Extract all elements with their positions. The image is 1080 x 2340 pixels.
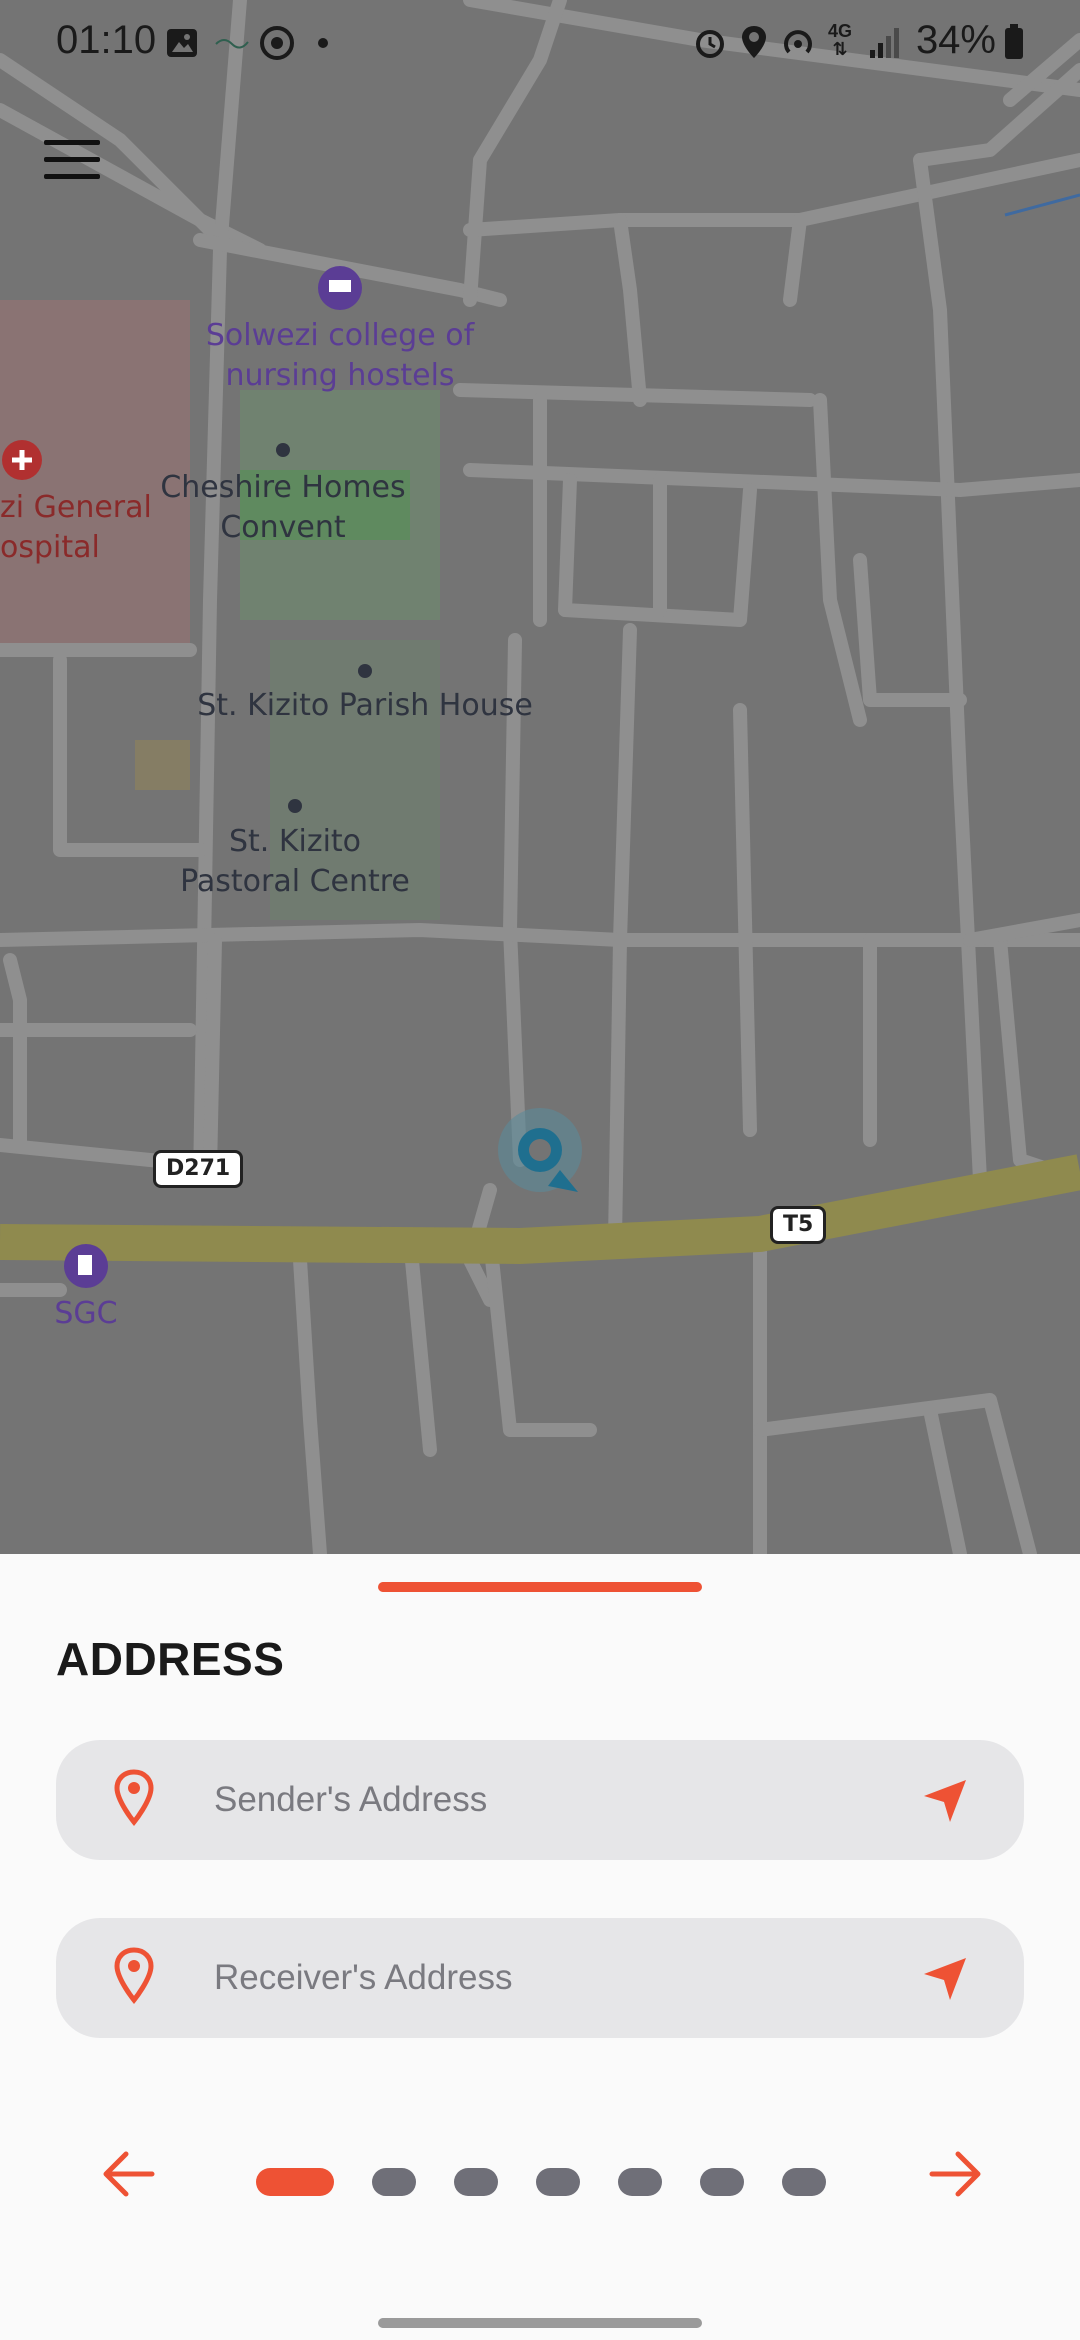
sheet-drag-handle[interactable]: [378, 1582, 702, 1592]
step-dot-6: [700, 2168, 744, 2196]
battery-icon: [1005, 24, 1023, 59]
battery-level: 34%: [915, 18, 996, 62]
step-dot-2: [372, 2168, 416, 2196]
step-dot-5: [618, 2168, 662, 2196]
status-bar: 01:10 4G ⇅ 34%: [0, 0, 1080, 84]
map-label-cheshire-homes[interactable]: Cheshire Homes Convent: [150, 468, 416, 548]
step-dot-7: [782, 2168, 826, 2196]
signal-icon: [870, 28, 899, 58]
back-arrow-icon[interactable]: [100, 2144, 156, 2204]
map-view[interactable]: Solwezi college of nursing hostels zi Ge…: [0, 0, 1080, 1554]
map-label-sgc[interactable]: SGC: [50, 1294, 122, 1334]
menu-icon[interactable]: [44, 140, 100, 180]
status-time: 01:10: [56, 18, 157, 62]
hotspot-icon: [784, 30, 812, 54]
navigation-arrow-icon[interactable]: [922, 1778, 968, 1824]
location-pin-icon: [114, 1769, 154, 1826]
app-notification-icon: [215, 39, 249, 49]
receiver-address-input[interactable]: Receiver's Address: [56, 1918, 1024, 2038]
address-bottom-sheet[interactable]: ADDRESS Sender's Address Receiver's Addr…: [0, 1554, 1080, 2340]
map-label-kizito-centre[interactable]: St. Kizito Pastoral Centre: [160, 822, 430, 902]
more-notifications-dot: [318, 38, 328, 48]
step-dot-3: [454, 2168, 498, 2196]
map-label-nursing-hostels[interactable]: Solwezi college of nursing hostels: [180, 316, 500, 396]
gallery-icon: [167, 29, 197, 57]
sender-address-input[interactable]: Sender's Address: [56, 1740, 1024, 1860]
network-type: 4G ⇅: [828, 21, 853, 59]
road-shield-t5: T5: [770, 1206, 827, 1244]
chrome-icon: [260, 26, 294, 60]
road-shield-d271: D271: [153, 1150, 244, 1188]
home-indicator[interactable]: [378, 2318, 702, 2328]
map-roads: [0, 0, 1080, 1554]
map-label-hospital[interactable]: zi General ospital: [0, 488, 152, 568]
alarm-icon: [696, 30, 724, 58]
forward-arrow-icon[interactable]: [928, 2144, 984, 2204]
location-status-icon: [742, 26, 766, 58]
step-dot-4: [536, 2168, 580, 2196]
location-pin-icon: [114, 1947, 154, 2004]
step-pager: [0, 2144, 1080, 2204]
step-dot-1: [256, 2168, 334, 2196]
sender-address-placeholder: Sender's Address: [214, 1780, 488, 1819]
receiver-address-placeholder: Receiver's Address: [214, 1958, 513, 1997]
sheet-title: ADDRESS: [56, 1633, 285, 1685]
navigation-arrow-icon[interactable]: [922, 1956, 968, 2002]
map-label-kizito-parish[interactable]: St. Kizito Parish House: [190, 686, 540, 726]
